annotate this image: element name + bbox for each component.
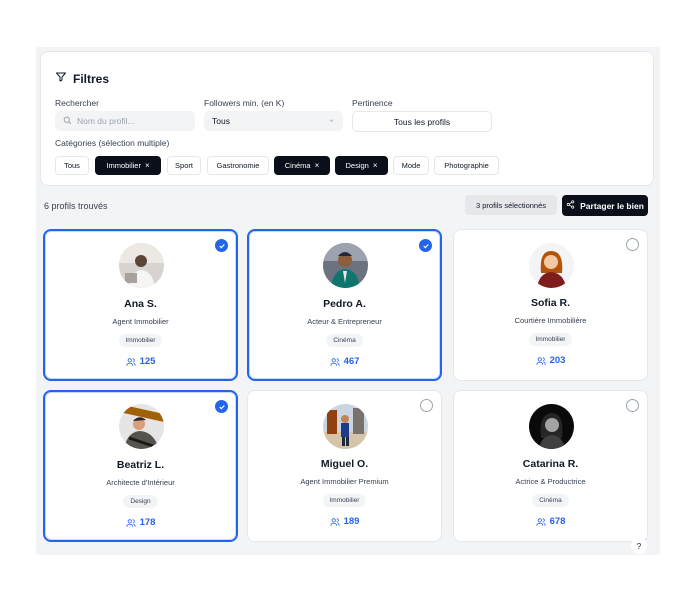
followers-value: 467 <box>343 356 360 367</box>
search-input[interactable] <box>77 116 187 126</box>
profile-name: Pedro A. <box>323 298 366 310</box>
followers-count: 125 <box>45 356 236 367</box>
select-checkbox[interactable] <box>419 239 432 252</box>
users-icon <box>535 356 546 365</box>
share-label: Partager le bien <box>580 200 644 211</box>
pertinence-value: Tous les profils <box>393 116 451 127</box>
chip-photographie[interactable]: Photographie <box>434 156 499 175</box>
search-icon <box>63 112 72 130</box>
category-tag: Immobilier <box>322 494 367 507</box>
profile-card[interactable]: Pedro A. Acteur & Entrepreneur Cinéma 46… <box>247 229 442 381</box>
followers-label: Followers min. (en K) <box>204 98 285 108</box>
close-icon[interactable]: × <box>315 161 320 170</box>
profile-name: Beatriz L. <box>116 459 165 471</box>
chip-label: Gastronomie <box>216 161 260 170</box>
check-icon <box>422 243 429 249</box>
filter-icon <box>55 71 67 86</box>
profile-role: Architecte d'Intérieur <box>106 478 175 487</box>
select-checkbox[interactable] <box>215 239 228 252</box>
filters-panel: Filtres Rechercher Followers min. (en K)… <box>40 51 654 186</box>
chip-immobilier[interactable]: Immobilier × <box>95 156 161 175</box>
profile-role: Courtière Immobilière <box>514 316 587 325</box>
chip-label: Photographie <box>444 161 489 170</box>
profile-name: Miguel O. <box>320 458 369 470</box>
chip-label: Cinéma <box>284 161 311 170</box>
users-icon <box>329 517 340 526</box>
profile-card[interactable]: Beatriz L. Architecte d'Intérieur Design… <box>43 390 238 542</box>
followers-value: 178 <box>139 517 156 528</box>
select-checkbox[interactable] <box>626 399 639 412</box>
select-checkbox[interactable] <box>420 399 433 412</box>
filters-title: Filtres <box>73 71 110 86</box>
search-label: Rechercher <box>55 98 99 108</box>
chip-mode[interactable]: Mode <box>393 156 429 175</box>
avatar <box>322 243 368 288</box>
followers-count: 178 <box>45 517 236 528</box>
category-tag: Immobilier <box>528 333 573 346</box>
categories-label: Catégories (sélection multiple) <box>55 138 170 148</box>
users-icon <box>535 517 546 526</box>
followers-count: 467 <box>249 356 440 367</box>
profile-card[interactable]: Ana S. Agent Immobilier Immobilier 125 <box>43 229 238 381</box>
selected-count-badge: 3 profils sélectionnés <box>465 195 557 215</box>
category-tag: Cinéma <box>532 494 569 507</box>
close-icon[interactable]: × <box>373 161 378 170</box>
chip-sport[interactable]: Sport <box>167 156 201 175</box>
category-tag: Immobilier <box>118 334 163 347</box>
app-container: Filtres Rechercher Followers min. (en K)… <box>36 47 660 555</box>
pertinence-label: Pertinence <box>352 98 393 108</box>
results-count: 6 profils trouvés <box>44 201 108 211</box>
profile-role: Agent Immobilier <box>112 317 169 326</box>
followers-count: 203 <box>454 355 647 366</box>
select-checkbox[interactable] <box>215 400 228 413</box>
category-tag: Cinéma <box>326 334 363 347</box>
search-field[interactable] <box>55 111 195 131</box>
check-icon <box>218 404 225 410</box>
chip-tous[interactable]: Tous <box>55 156 89 175</box>
filters-header: Filtres <box>55 71 109 86</box>
profile-card[interactable]: Miguel O. Agent Immobilier Premium Immob… <box>247 390 442 542</box>
followers-value: 125 <box>139 356 156 367</box>
avatar <box>118 243 164 288</box>
profile-name: Catarina R. <box>522 458 579 470</box>
chip-label: Immobilier <box>106 161 141 170</box>
profile-card[interactable]: Sofia R. Courtière Immobilière Immobilie… <box>453 229 648 381</box>
users-icon <box>125 518 136 527</box>
help-button[interactable]: ? <box>631 538 647 554</box>
select-checkbox[interactable] <box>626 238 639 251</box>
followers-value: 678 <box>549 516 566 527</box>
profile-name: Sofia R. <box>530 297 571 309</box>
avatar <box>118 404 164 449</box>
users-icon <box>329 357 340 366</box>
avatar <box>528 404 574 449</box>
chip-cinema[interactable]: Cinéma × <box>274 156 330 175</box>
chip-label: Tous <box>64 161 80 170</box>
followers-count: 678 <box>454 516 647 527</box>
chip-gastronomie[interactable]: Gastronomie <box>207 156 269 175</box>
followers-value: 189 <box>343 516 360 527</box>
profile-name: Ana S. <box>124 298 157 310</box>
profile-role: Agent Immobilier Premium <box>300 477 389 486</box>
profile-role: Acteur & Entrepreneur <box>307 317 382 326</box>
profile-card[interactable]: Catarina R. Actrice & Productrice Cinéma… <box>453 390 648 542</box>
pertinence-button[interactable]: Tous les profils <box>352 111 492 132</box>
category-tag: Design <box>123 495 158 508</box>
chip-design[interactable]: Design × <box>335 156 388 175</box>
avatar <box>528 243 574 288</box>
followers-select-value: Tous <box>212 116 230 126</box>
check-icon <box>218 243 225 249</box>
followers-value: 203 <box>549 355 566 366</box>
avatar <box>322 404 368 449</box>
chip-label: Design <box>345 161 369 170</box>
chip-label: Sport <box>175 161 193 170</box>
chevron-down-icon <box>328 116 335 126</box>
chip-label: Mode <box>401 161 421 170</box>
share-icon <box>566 200 575 211</box>
followers-count: 189 <box>248 516 441 527</box>
users-icon <box>125 357 136 366</box>
close-icon[interactable]: × <box>145 161 150 170</box>
followers-select[interactable]: Tous <box>204 111 343 131</box>
share-button[interactable]: Partager le bien <box>562 195 648 216</box>
profile-role: Actrice & Productrice <box>515 477 586 486</box>
